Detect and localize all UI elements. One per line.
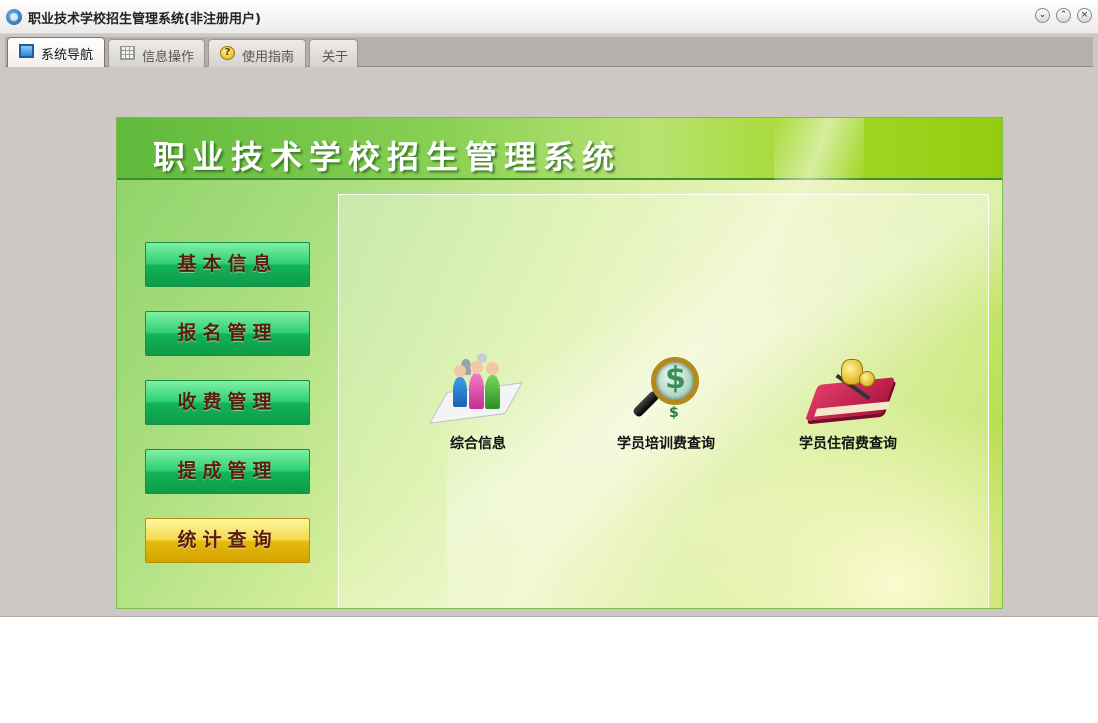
nav-button-statistics[interactable]: 统计查询 bbox=[145, 518, 310, 563]
function-lodging-fee-query[interactable]: 学员住宿费查询 bbox=[783, 355, 913, 453]
help-icon: ? bbox=[220, 46, 235, 60]
monitor-icon bbox=[19, 44, 34, 58]
function-panel: 综合信息 $ $ 学员培训费查询 学员住宿费查询 bbox=[338, 194, 989, 608]
tab-label: 系统导航 bbox=[41, 48, 94, 63]
title-bar[interactable]: 职业技术学校招生管理系统(非注册用户) ⌄ ⌃ × bbox=[0, 0, 1098, 34]
tab-user-guide[interactable]: ? 使用指南 bbox=[208, 39, 306, 67]
maximize-button[interactable]: ⌃ bbox=[1056, 8, 1071, 23]
main-banner-panel: 职业技术学校招生管理系统 基本信息 报名管理 收费管理 提成管理 统计查询 综合… bbox=[116, 117, 1003, 609]
minimize-button[interactable]: ⌄ bbox=[1035, 8, 1050, 23]
nav-button-basic-info[interactable]: 基本信息 bbox=[145, 242, 310, 287]
tab-system-navigation[interactable]: 系统导航 bbox=[7, 37, 105, 68]
tab-label: 使用指南 bbox=[242, 50, 295, 65]
function-training-fee-query[interactable]: $ $ 学员培训费查询 bbox=[601, 355, 731, 453]
function-label: 学员培训费查询 bbox=[617, 436, 715, 452]
dollar-glyph: $ bbox=[665, 361, 686, 396]
people-icon bbox=[429, 353, 523, 427]
grid-icon bbox=[120, 46, 135, 60]
app-window: 职业技术学校招生管理系统(非注册用户) ⌄ ⌃ × 系统导航 信息操作 ? 使用… bbox=[0, 0, 1098, 617]
small-dollar-glyph: $ bbox=[669, 405, 679, 421]
function-overview-info[interactable]: 综合信息 bbox=[413, 353, 543, 453]
function-label: 学员住宿费查询 bbox=[799, 436, 897, 452]
tab-about[interactable]: 关于 bbox=[309, 39, 358, 67]
nav-button-fee-management[interactable]: 收费管理 bbox=[145, 380, 310, 425]
close-button[interactable]: × bbox=[1077, 8, 1092, 23]
function-label: 综合信息 bbox=[450, 436, 506, 452]
tab-info-operations[interactable]: 信息操作 bbox=[108, 39, 205, 67]
nav-button-registration[interactable]: 报名管理 bbox=[145, 311, 310, 356]
window-title: 职业技术学校招生管理系统(非注册用户) bbox=[28, 12, 261, 27]
magnifier-dollar-icon: $ $ bbox=[621, 355, 711, 427]
tab-label: 信息操作 bbox=[142, 50, 195, 65]
banner-header: 职业技术学校招生管理系统 bbox=[117, 118, 1002, 180]
system-title: 职业技术学校招生管理系统 bbox=[153, 138, 622, 176]
tab-bar: 系统导航 信息操作 ? 使用指南 关于 bbox=[5, 37, 1093, 68]
app-logo-icon bbox=[6, 9, 22, 25]
nav-button-commission[interactable]: 提成管理 bbox=[145, 449, 310, 494]
tab-label: 关于 bbox=[322, 50, 349, 65]
book-coins-icon bbox=[803, 355, 896, 427]
